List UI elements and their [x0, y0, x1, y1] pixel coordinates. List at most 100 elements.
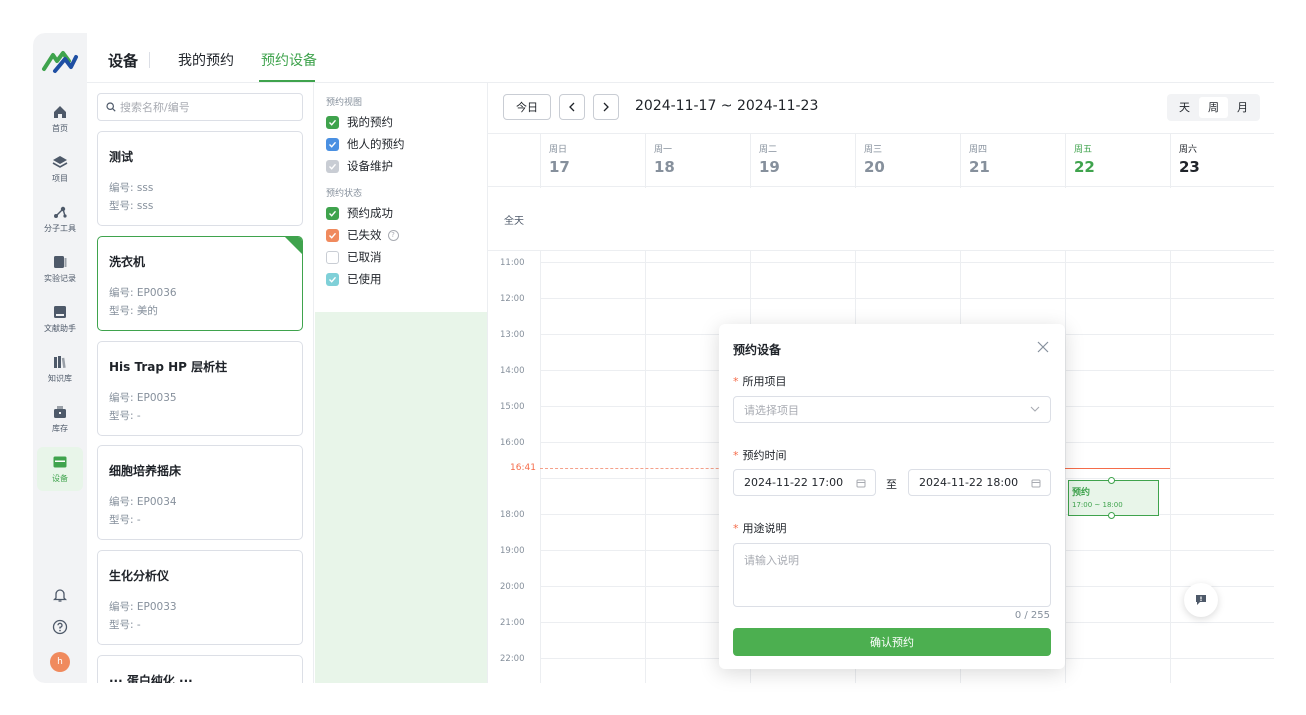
filter-label: 已失效 — [347, 228, 382, 242]
device-name: 洗衣机 — [109, 255, 146, 269]
resize-handle-top[interactable] — [1108, 477, 1115, 484]
today-button[interactable]: 今日 — [503, 94, 551, 120]
active-tab-indicator — [259, 80, 315, 82]
project-select[interactable]: 请选择项目 — [733, 396, 1051, 423]
weekday: 周二 — [759, 145, 778, 155]
end-time-picker[interactable]: 2024-11-22 18:00 — [908, 469, 1051, 496]
reservation-event[interactable]: 预约 17:00 ~ 18:00 — [1068, 477, 1159, 519]
filter-expired[interactable]: 已失效 ? — [326, 227, 399, 243]
view-week-button[interactable]: 周 — [1199, 97, 1228, 118]
device-name: 生化分析仪 — [109, 569, 170, 583]
char-count: 0 / 255 — [1014, 610, 1050, 621]
view-month-button[interactable]: 月 — [1228, 97, 1257, 118]
day-column-header[interactable]: 周一 18 — [645, 134, 750, 188]
confirm-reserve-button[interactable]: 确认预约 — [733, 628, 1051, 656]
hour-label: 22:00 — [500, 654, 525, 664]
search-input[interactable] — [120, 100, 290, 114]
device-card-selected[interactable]: 洗衣机 编号: EP0036 型号: 美的 — [97, 236, 303, 331]
filter-my-reservations[interactable]: 我的预约 — [326, 114, 393, 130]
required-mark: * — [733, 375, 739, 388]
day-number: 21 — [969, 158, 990, 176]
filter-maintenance[interactable]: 设备维护 — [326, 158, 393, 174]
day-column-header[interactable]: 周六 23 — [1170, 134, 1274, 188]
tab-device[interactable]: 设备 — [108, 50, 138, 71]
rail-item-literature[interactable]: 文献助手 — [37, 297, 83, 341]
hour-label: 15:00 — [500, 402, 525, 412]
rail-label: 设备 — [52, 474, 68, 483]
tab-my-reservations[interactable]: 我的预约 — [178, 50, 234, 70]
device-code: 编号: EP0033 — [109, 601, 177, 613]
rail-item-device[interactable]: 设备 — [37, 447, 83, 491]
next-week-button[interactable] — [593, 94, 619, 120]
feedback-button[interactable] — [1184, 583, 1218, 617]
rail-label: 实验记录 — [44, 274, 76, 283]
hour-label: 18:00 — [500, 510, 525, 520]
filter-cancelled[interactable]: 已取消 — [326, 249, 382, 265]
device-list: 测试 编号: sss 型号: sss 洗衣机 编号: EP0036 型号: 美的… — [87, 83, 314, 683]
notification-button[interactable] — [50, 585, 70, 605]
day-number: 17 — [549, 158, 570, 176]
document-icon — [54, 306, 66, 318]
rail-item-inventory[interactable]: 库存 — [37, 397, 83, 441]
filter-success[interactable]: 预约成功 — [326, 205, 393, 221]
project-label: * 所用项目 — [733, 373, 787, 389]
device-card[interactable]: 测试 编号: sss 型号: sss — [97, 131, 303, 226]
day-header-row: 周日 17 周一 18 周二 19 周三 20 周四 21 周五 22 周六 2… — [488, 133, 1274, 188]
view-switch: 天 周 月 — [1167, 94, 1260, 121]
calendar-icon — [1031, 479, 1041, 488]
filter-label: 我的预约 — [347, 115, 393, 129]
event-title: 预约 — [1072, 488, 1091, 498]
hour-label: 14:00 — [500, 366, 525, 376]
view-group-title: 预约视图 — [326, 98, 363, 108]
purpose-input[interactable] — [733, 543, 1051, 607]
help-button[interactable] — [50, 617, 70, 637]
chevron-down-icon — [1030, 406, 1040, 412]
weekday: 周一 — [654, 145, 673, 155]
resize-handle-bottom[interactable] — [1108, 512, 1115, 519]
hour-label: 12:00 — [500, 294, 525, 304]
filter-others-reservations[interactable]: 他人的预约 — [326, 136, 405, 152]
checkbox-checked-icon — [326, 228, 339, 242]
prev-week-button[interactable] — [559, 94, 585, 120]
hour-label: 11:00 — [500, 258, 525, 268]
rail-item-home[interactable]: 首页 — [37, 97, 83, 141]
rail-item-project[interactable]: 项目 — [37, 147, 83, 191]
chevron-left-icon — [569, 102, 575, 112]
device-icon — [53, 456, 67, 468]
modal-title: 预约设备 — [733, 343, 782, 357]
checkbox-checked-icon — [326, 137, 339, 151]
rail-item-notebook[interactable]: 实验记录 — [37, 247, 83, 291]
calendar-icon — [856, 479, 866, 488]
rail-label: 文献助手 — [44, 324, 76, 333]
column-line — [540, 251, 541, 683]
calendar-toolbar: 今日 2024-11-17 ~ 2024-11-23 天 周 月 — [488, 83, 1274, 133]
checkbox-checked-icon — [326, 159, 339, 173]
view-day-button[interactable]: 天 — [1170, 97, 1199, 118]
start-time-picker[interactable]: 2024-11-22 17:00 — [733, 469, 876, 496]
day-column-header[interactable]: 周四 21 — [960, 134, 1065, 188]
avatar[interactable]: h — [50, 652, 70, 672]
device-code: 编号: EP0035 — [109, 392, 177, 404]
rail-item-knowledge[interactable]: 知识库 — [37, 347, 83, 391]
device-card[interactable]: 生化分析仪 编号: EP0033 型号: - — [97, 550, 303, 645]
day-column-header[interactable]: 周二 19 — [750, 134, 855, 188]
device-card[interactable]: ··· 蛋白纯化 ··· — [97, 655, 303, 683]
tab-reserve-device[interactable]: 预约设备 — [261, 50, 317, 70]
checkbox-unchecked-icon — [326, 250, 339, 264]
filter-used[interactable]: 已使用 — [326, 271, 382, 287]
device-card[interactable]: 细胞培养摇床 编号: EP0034 型号: - — [97, 445, 303, 540]
feedback-icon — [1196, 595, 1206, 605]
rail-item-molecule[interactable]: 分子工具 — [37, 197, 83, 241]
all-day-row[interactable]: 全天 — [488, 187, 1274, 251]
help-icon[interactable]: ? — [387, 229, 399, 241]
close-icon[interactable] — [1036, 340, 1050, 354]
help-circle-icon — [52, 619, 68, 635]
left-rail: 首页 项目 分子工具 实验记录 文献助手 知识库 库存 设备 h — [33, 33, 87, 683]
required-mark: * — [733, 449, 739, 462]
day-column-header[interactable]: 周日 17 — [540, 134, 645, 188]
ky-logo-icon[interactable] — [41, 47, 79, 77]
day-column-header[interactable]: 周三 20 — [855, 134, 960, 188]
device-card[interactable]: His Trap HP 层析柱 编号: EP0035 型号: - — [97, 341, 303, 436]
search-box[interactable] — [97, 93, 303, 121]
day-column-header-today[interactable]: 周五 22 — [1065, 134, 1170, 188]
